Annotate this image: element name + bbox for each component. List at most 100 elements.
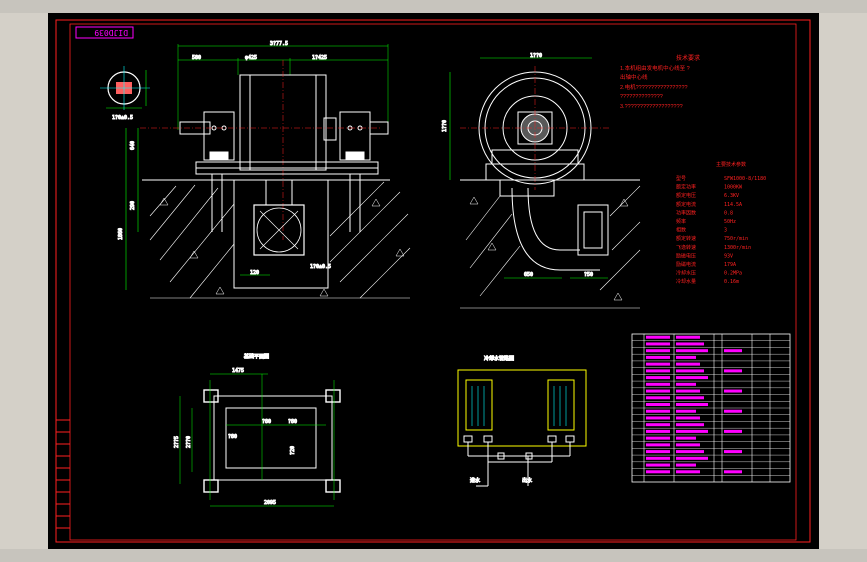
side-height: 1??0 xyxy=(442,120,448,132)
bom-material-mark xyxy=(724,450,742,454)
pipe-in-label: 进水 xyxy=(470,477,480,484)
left-title-strip xyxy=(56,419,70,529)
spec-key: 励磁电流 xyxy=(676,261,696,268)
bom-material-mark xyxy=(724,369,742,373)
tech-line-5: 3.??????????????????? xyxy=(620,104,683,110)
dim-2: φ425 xyxy=(245,55,257,61)
pipe-title: 冷却水管路图 xyxy=(484,355,514,362)
bom-name-mark xyxy=(676,335,700,339)
spec-key: 励磁电压 xyxy=(676,252,696,259)
bom-code-mark xyxy=(646,369,670,373)
bom-code-mark xyxy=(646,349,670,353)
bom-name-mark xyxy=(676,436,696,440)
spec-value: 3 xyxy=(724,228,727,234)
side-b2: ?50 xyxy=(584,272,593,278)
bom-name-mark xyxy=(676,456,708,460)
spec-value: 750r/min xyxy=(724,236,748,242)
bom-code-mark xyxy=(646,456,670,460)
plan-b: ?80 xyxy=(288,419,297,425)
bom-code-mark xyxy=(646,389,670,393)
plan-title: 基础平面图 xyxy=(244,353,269,360)
spec-value: 179A xyxy=(724,262,736,268)
plan-d: ?20 xyxy=(290,446,296,455)
plan-total: 2095 xyxy=(264,500,276,506)
plan-h1: 2??5 xyxy=(174,436,180,448)
spec-key: 频率 xyxy=(676,218,686,225)
bom-material-mark xyxy=(724,389,742,393)
spec-value: 114.5A xyxy=(724,202,742,208)
dim-small: 1?0±0.5 xyxy=(310,264,331,270)
bom-name-mark xyxy=(676,382,696,386)
spec-key: 额定功率 xyxy=(676,184,696,191)
spec-value: 0.8 xyxy=(724,210,733,216)
drawing-number: DIJD039 xyxy=(94,28,128,37)
spec-key: 额定电压 xyxy=(676,192,696,199)
spec-value: 0.16m xyxy=(724,279,739,285)
bom-code-mark xyxy=(646,443,670,447)
bom-code-mark xyxy=(646,450,670,454)
technical-requirements: 技术要求 1.本机组由发电机中心线至 ? 出轴中心线 2.电机?????????… xyxy=(620,54,700,110)
bom-code-mark xyxy=(646,423,670,427)
bom-material-mark xyxy=(724,409,742,413)
bom-code-mark xyxy=(646,463,670,467)
bom-code-mark xyxy=(646,429,670,433)
dim-1: 580 xyxy=(192,55,201,61)
drawing-number-stamp: DIJD039 xyxy=(75,26,134,39)
side-hatch xyxy=(465,185,641,297)
spec-value: 1300r/min xyxy=(724,245,751,251)
bom-name-mark xyxy=(676,362,700,366)
bom-name-mark xyxy=(676,403,708,406)
foundation-plan: 基础平面图 1475 ?80 ?80 ?80 ?20 2??5 2??0 209… xyxy=(174,353,341,507)
plan-h2: 2??0 xyxy=(186,436,192,448)
spec-key: 冷却水压 xyxy=(676,270,696,277)
bom-name-mark xyxy=(676,429,708,433)
bom-code-mark xyxy=(646,362,670,366)
bom-code-mark xyxy=(646,335,670,339)
bom-code-mark xyxy=(646,416,670,420)
dim-3: 1?425 xyxy=(312,55,327,61)
dim-left-2: 290 xyxy=(130,201,136,210)
bom-code-mark xyxy=(646,376,670,380)
bom-code-mark xyxy=(646,382,670,386)
spec-list: 主要技术参数 型号 SFW1000-8/1180 额定功率 1000KW 额定电压 6.3… xyxy=(676,161,766,285)
dim-left-1: 640 xyxy=(130,141,136,150)
spec-key: 功率因数 xyxy=(676,209,696,216)
spec-key: 额定电流 xyxy=(676,201,696,208)
bom-material-mark xyxy=(724,470,742,474)
spec-key: 冷却水量 xyxy=(676,278,696,285)
bom-material-mark xyxy=(724,349,742,353)
bom-code-mark xyxy=(646,396,670,400)
spec-value: 1000KW xyxy=(724,185,743,191)
pipe-diagram: 冷却水管路图 进水 出水 xyxy=(457,355,587,487)
side-elevation: 1??0 1??0 650 ?50 xyxy=(442,53,641,309)
tech-line-2: 出轴中心线 xyxy=(620,73,648,81)
spec-key: 飞逸转速 xyxy=(676,244,696,251)
bom-name-mark xyxy=(676,416,700,420)
bom-name-mark xyxy=(676,396,704,400)
bom-name-mark xyxy=(676,423,704,427)
shaft-section: 1?0±0.5 xyxy=(100,66,150,122)
spec-heading: 主要技术参数 xyxy=(716,161,746,168)
bom-name-mark xyxy=(676,376,708,380)
shaft-dim: 1?0±0.5 xyxy=(112,115,133,121)
bom-name-mark xyxy=(676,450,704,454)
cad-drawing: DIJD039 1?0±0.5 3?77.5 580 φ425 1?425 64… xyxy=(55,19,811,543)
spec-key: 额定转速 xyxy=(676,235,696,242)
foundation-triangles xyxy=(159,197,405,297)
bom-name-mark xyxy=(676,355,696,359)
front-elevation: 3?77.5 580 φ425 1?425 640 290 1860 120 1… xyxy=(118,41,411,299)
side-b1: 650 xyxy=(524,272,533,278)
bom-code-mark xyxy=(646,355,670,359)
plan-w: 1475 xyxy=(232,368,244,374)
bom-code-mark xyxy=(646,342,670,346)
dim-total: 3?77.5 xyxy=(270,41,288,47)
bom-code-mark xyxy=(646,409,670,413)
spec-value: 93V xyxy=(724,253,733,259)
tech-line-1: 1.本机组由发电机中心线至 ? xyxy=(620,64,690,72)
bom-name-mark xyxy=(676,463,696,467)
spec-value: 50Hz xyxy=(724,219,736,225)
bom-name-mark xyxy=(676,409,696,413)
spec-value: 6.3KV xyxy=(724,193,739,199)
outer-border xyxy=(55,19,811,543)
plan-a: ?80 xyxy=(262,419,271,425)
